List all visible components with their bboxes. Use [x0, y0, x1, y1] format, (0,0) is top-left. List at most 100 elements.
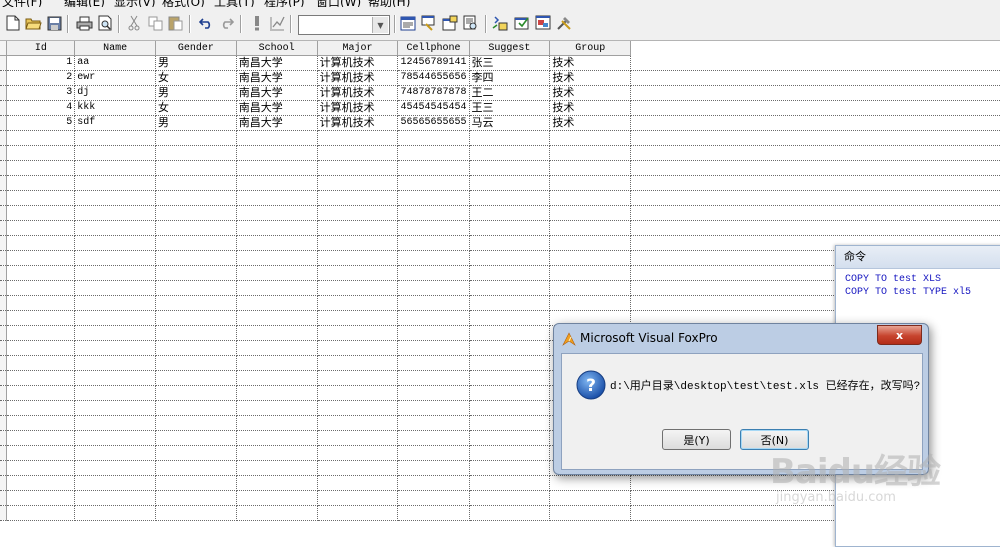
table-cell[interactable]: [397, 310, 470, 326]
table-cell[interactable]: [469, 190, 551, 206]
table-cell[interactable]: [317, 490, 399, 506]
table-cell[interactable]: [397, 430, 470, 446]
record-selector[interactable]: [0, 370, 8, 386]
table-cell[interactable]: [155, 280, 237, 296]
table-cell[interactable]: aa: [74, 55, 156, 71]
table-row[interactable]: [0, 145, 1000, 161]
table-cell[interactable]: 王二: [469, 85, 551, 101]
table-cell[interactable]: [6, 235, 76, 251]
table-cell[interactable]: 1: [6, 55, 76, 71]
record-selector[interactable]: [0, 250, 8, 266]
table-cell[interactable]: [155, 475, 237, 491]
table-cell[interactable]: [6, 310, 76, 326]
table-cell[interactable]: [74, 235, 156, 251]
table-cell[interactable]: [317, 220, 399, 236]
table-cell[interactable]: [317, 175, 399, 191]
form-designer-icon[interactable]: [491, 14, 509, 32]
table-cell[interactable]: [397, 505, 470, 521]
record-selector[interactable]: [0, 325, 8, 341]
table-cell[interactable]: [317, 475, 399, 491]
table-cell[interactable]: [6, 475, 76, 491]
table-cell[interactable]: [236, 340, 318, 356]
table-cell[interactable]: [155, 175, 237, 191]
table-cell[interactable]: 男: [155, 115, 237, 131]
record-selector[interactable]: [0, 355, 8, 371]
component-gallery-icon[interactable]: [534, 14, 552, 32]
table-cell[interactable]: [6, 160, 76, 176]
table-cell[interactable]: [469, 460, 551, 476]
table-row[interactable]: [0, 160, 1000, 176]
class-browser-icon[interactable]: [513, 14, 531, 32]
paste-icon[interactable]: [166, 14, 184, 32]
table-cell[interactable]: 张三: [469, 55, 551, 71]
copy-icon[interactable]: [146, 14, 164, 32]
table-cell[interactable]: [74, 160, 156, 176]
table-cell[interactable]: [155, 370, 237, 386]
column-header-name[interactable]: Name: [74, 41, 156, 56]
chevron-down-icon[interactable]: ▼: [372, 17, 388, 33]
record-selector[interactable]: [0, 130, 8, 146]
table-cell[interactable]: [469, 475, 551, 491]
table-cell[interactable]: [236, 205, 318, 221]
table-cell[interactable]: [236, 190, 318, 206]
table-cell[interactable]: [549, 220, 632, 236]
record-selector[interactable]: [0, 85, 8, 101]
table-cell[interactable]: [397, 340, 470, 356]
table-cell[interactable]: [236, 130, 318, 146]
table-cell[interactable]: [549, 295, 632, 311]
table-cell[interactable]: dj: [74, 85, 156, 101]
table-cell[interactable]: [236, 235, 318, 251]
table-cell[interactable]: [236, 490, 318, 506]
table-cell[interactable]: [155, 400, 237, 416]
table-cell[interactable]: [397, 415, 470, 431]
record-selector[interactable]: [0, 400, 8, 416]
table-cell[interactable]: [397, 160, 470, 176]
table-cell[interactable]: [469, 220, 551, 236]
table-cell[interactable]: [155, 145, 237, 161]
table-cell[interactable]: [317, 430, 399, 446]
table-cell[interactable]: [549, 175, 632, 191]
table-cell[interactable]: [236, 145, 318, 161]
table-cell[interactable]: 计算机技术: [317, 55, 399, 71]
record-selector[interactable]: [0, 100, 8, 116]
record-selector[interactable]: [0, 415, 8, 431]
table-cell[interactable]: [469, 415, 551, 431]
record-selector[interactable]: [0, 205, 8, 221]
table-cell[interactable]: [74, 310, 156, 326]
table-cell[interactable]: [317, 190, 399, 206]
table-cell[interactable]: [397, 220, 470, 236]
table-cell[interactable]: [549, 235, 632, 251]
table-cell[interactable]: [397, 265, 470, 281]
table-cell[interactable]: 计算机技术: [317, 115, 399, 131]
table-cell[interactable]: [549, 160, 632, 176]
table-row[interactable]: 1 aa 男南昌大学 计算机技术 12456789141 张三 技术: [0, 55, 1000, 71]
table-cell[interactable]: [6, 280, 76, 296]
table-cell[interactable]: [236, 385, 318, 401]
column-header-cellphone[interactable]: Cellphone: [397, 41, 470, 56]
table-cell[interactable]: [6, 430, 76, 446]
print-preview-icon[interactable]: [96, 14, 114, 32]
table-cell[interactable]: [155, 355, 237, 371]
table-cell[interactable]: [155, 415, 237, 431]
table-cell[interactable]: [6, 415, 76, 431]
table-cell[interactable]: [236, 415, 318, 431]
table-cell[interactable]: [74, 220, 156, 236]
record-selector[interactable]: [0, 445, 8, 461]
table-cell[interactable]: [74, 325, 156, 341]
combo-box[interactable]: ▼: [298, 15, 390, 35]
column-header-school[interactable]: School: [236, 41, 318, 56]
table-cell[interactable]: [6, 295, 76, 311]
table-cell[interactable]: [469, 490, 551, 506]
table-cell[interactable]: 计算机技术: [317, 70, 399, 86]
record-selector[interactable]: [0, 220, 8, 236]
table-cell[interactable]: [6, 325, 76, 341]
table-cell[interactable]: [549, 250, 632, 266]
table-cell[interactable]: [469, 295, 551, 311]
data-session-icon[interactable]: [420, 14, 438, 32]
table-cell[interactable]: [74, 280, 156, 296]
table-cell[interactable]: [317, 235, 399, 251]
table-cell[interactable]: 技术: [549, 55, 632, 71]
table-cell[interactable]: [155, 340, 237, 356]
table-cell[interactable]: [397, 250, 470, 266]
table-cell[interactable]: [6, 355, 76, 371]
